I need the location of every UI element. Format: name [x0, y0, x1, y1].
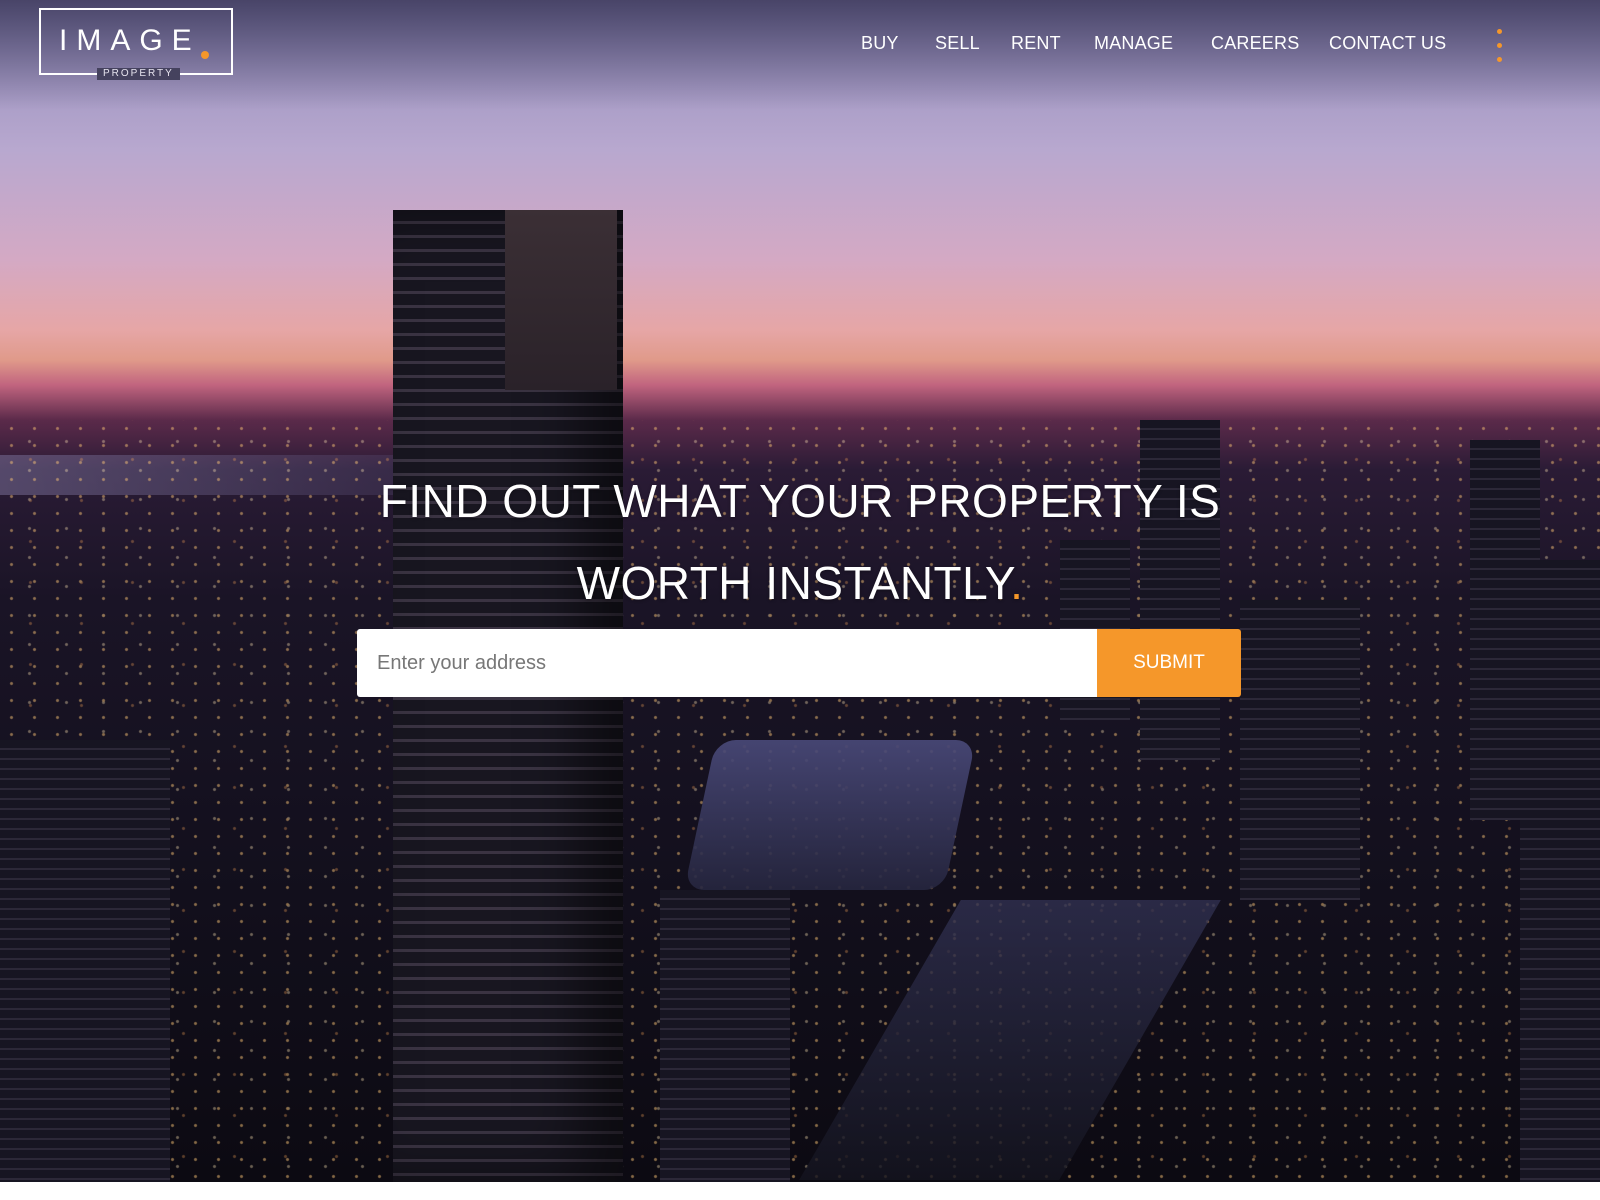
logo-dot	[201, 51, 209, 59]
skyscraper	[1520, 560, 1600, 1182]
tower-crown	[505, 210, 617, 390]
skyscraper	[660, 890, 790, 1182]
nav-contact-us[interactable]: CONTACT US	[1329, 33, 1446, 54]
headline-line-2: WORTH INSTANTLY	[576, 557, 1011, 609]
headline-accent-dot: .	[1010, 557, 1024, 609]
logo[interactable]: IMAGE PROPERTY	[39, 8, 233, 80]
nav-sell[interactable]: SELL	[935, 33, 980, 54]
logo-text: IMAGE	[59, 24, 201, 57]
top-navigation: IMAGE PROPERTY BUY SELL RENT MANAGE CARE…	[0, 0, 1600, 100]
kebab-menu-icon[interactable]	[1492, 27, 1508, 65]
skyscraper	[0, 740, 170, 1182]
nav-careers[interactable]: CAREERS	[1211, 33, 1299, 54]
headline-line-1: FIND OUT WHAT YOUR PROPERTY IS	[379, 475, 1221, 527]
submit-button[interactable]: SUBMIT	[1097, 629, 1241, 697]
address-input[interactable]	[357, 629, 1097, 697]
nav-manage[interactable]: MANAGE	[1094, 33, 1173, 54]
address-search-form: SUBMIT	[357, 629, 1241, 697]
nav-buy[interactable]: BUY	[861, 33, 899, 54]
hero-headline: FIND OUT WHAT YOUR PROPERTY IS WORTH INS…	[300, 460, 1300, 624]
river	[684, 740, 976, 890]
skyscraper	[1240, 600, 1360, 900]
page-bottom-edge	[0, 1182, 1600, 1200]
nav-rent[interactable]: RENT	[1011, 33, 1061, 54]
hero-background: IMAGE PROPERTY BUY SELL RENT MANAGE CARE…	[0, 0, 1600, 1182]
logo-subtext: PROPERTY	[97, 68, 180, 80]
